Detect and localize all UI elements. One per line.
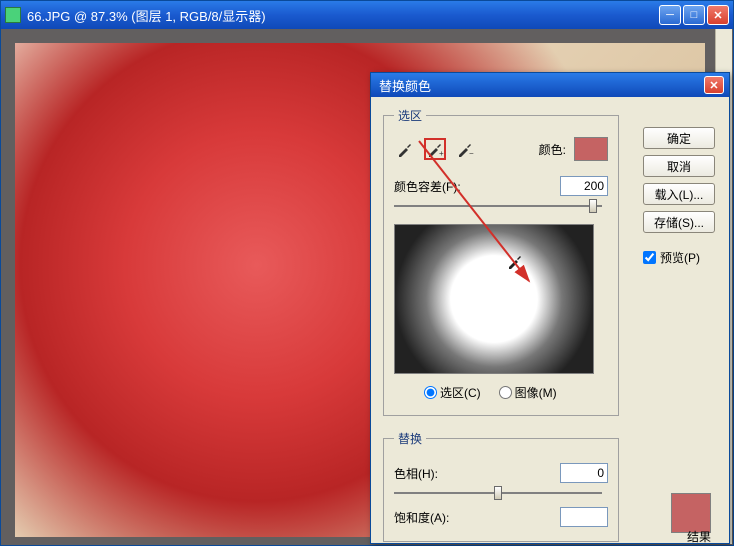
titlebar: 66.JPG @ 87.3% (图层 1, RGB/8/显示器) ─ □ ✕ <box>1 1 733 29</box>
saturation-row: 饱和度(A): <box>394 507 608 527</box>
saturation-label: 饱和度(A): <box>394 509 449 526</box>
fuzziness-row: 颜色容差(F): <box>394 176 608 196</box>
dialog-close-button[interactable]: ✕ <box>704 76 724 94</box>
replace-color-dialog: 替换颜色 ✕ 确定 取消 载入(L)... 存储(S)... 预览(P) 选区 … <box>370 72 730 544</box>
fuzziness-label: 颜色容差(F): <box>394 178 461 195</box>
selection-legend: 选区 <box>394 107 426 124</box>
hue-slider[interactable] <box>394 485 602 501</box>
preview-mode-radios: 选区(C) 图像(M) <box>424 384 608 401</box>
replace-group: 替换 色相(H): 饱和度(A): <box>383 430 619 542</box>
dialog-titlebar: 替换颜色 ✕ <box>371 73 729 97</box>
preview-eyedropper-cursor <box>507 253 523 269</box>
maximize-button[interactable]: □ <box>683 5 705 25</box>
dialog-title: 替换颜色 <box>379 76 704 95</box>
minimize-button[interactable]: ─ <box>659 5 681 25</box>
app-icon <box>5 7 21 23</box>
eyedropper-minus-icon[interactable]: − <box>454 138 476 160</box>
selection-group: 选区 + − 颜色: 颜色容差(F): <box>383 107 619 416</box>
eyedropper-row: + − 颜色: <box>394 134 608 164</box>
window-title: 66.JPG @ 87.3% (图层 1, RGB/8/显示器) <box>27 6 657 25</box>
close-button[interactable]: ✕ <box>707 5 729 25</box>
fuzziness-input[interactable] <box>560 176 608 196</box>
radio-selection-label: 选区(C) <box>440 384 481 401</box>
dialog-button-column: 确定 取消 载入(L)... 存储(S)... 预览(P) <box>643 127 715 266</box>
preview-label: 预览(P) <box>660 249 700 266</box>
preview-checkbox[interactable] <box>643 251 656 264</box>
result-swatch[interactable] <box>671 493 711 533</box>
color-label: 颜色: <box>539 141 566 158</box>
hue-input[interactable] <box>560 463 608 483</box>
load-button[interactable]: 载入(L)... <box>643 183 715 205</box>
saturation-input[interactable] <box>560 507 608 527</box>
replace-legend: 替换 <box>394 430 426 447</box>
eyedropper-icon[interactable] <box>394 138 416 160</box>
slider-thumb[interactable] <box>494 486 502 500</box>
save-button[interactable]: 存储(S)... <box>643 211 715 233</box>
radio-image-label: 图像(M) <box>515 384 557 401</box>
radio-selection-input[interactable] <box>424 386 437 399</box>
svg-text:−: − <box>469 149 474 158</box>
radio-image[interactable]: 图像(M) <box>499 384 557 401</box>
dialog-body: 确定 取消 载入(L)... 存储(S)... 预览(P) 选区 + − <box>371 97 729 543</box>
slider-thumb[interactable] <box>589 199 597 213</box>
cancel-button[interactable]: 取消 <box>643 155 715 177</box>
eyedropper-plus-icon[interactable]: + <box>424 138 446 160</box>
hue-row: 色相(H): <box>394 463 608 483</box>
slider-track <box>394 205 602 207</box>
radio-image-input[interactable] <box>499 386 512 399</box>
fuzziness-slider[interactable] <box>394 198 602 214</box>
preview-checkbox-row[interactable]: 预览(P) <box>643 249 715 266</box>
ok-button[interactable]: 确定 <box>643 127 715 149</box>
hue-label: 色相(H): <box>394 465 438 482</box>
svg-text:+: + <box>439 149 444 158</box>
result-label: 结果 <box>687 528 711 545</box>
color-swatch[interactable] <box>574 137 608 161</box>
radio-selection[interactable]: 选区(C) <box>424 384 481 401</box>
selection-preview[interactable] <box>394 224 594 374</box>
